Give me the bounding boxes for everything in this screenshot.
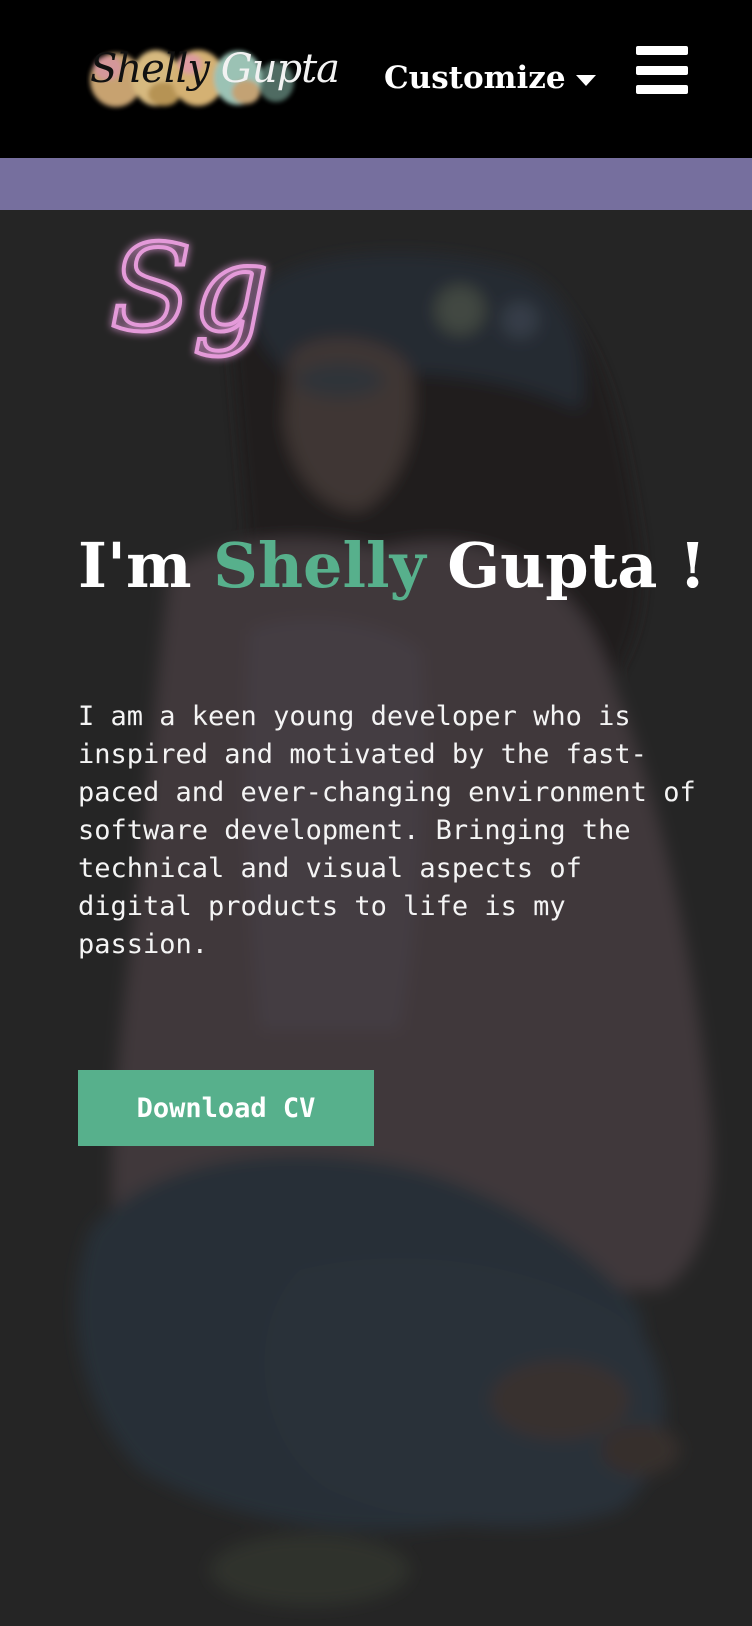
site-header: Shelly Gupta Customize xyxy=(0,0,752,158)
portfolio-page: Shelly Gupta Customize Sg I'm Shelly Gup… xyxy=(0,0,752,1626)
headline-prefix: I'm xyxy=(78,529,214,602)
menu-line xyxy=(636,66,688,75)
headline-highlight: Shelly xyxy=(213,529,426,602)
logo-wordmark: Shelly Gupta xyxy=(90,46,340,92)
neon-letter-s: Sg xyxy=(110,220,269,359)
customize-label: Customize xyxy=(384,60,566,96)
menu-line xyxy=(636,85,688,94)
hero-headline: I'm Shelly Gupta ! xyxy=(78,529,718,602)
download-cv-button[interactable]: Download CV xyxy=(78,1070,374,1146)
logo-first-word: Shelly xyxy=(90,46,210,92)
neon-sign-art: Sg xyxy=(108,218,271,361)
accent-bar xyxy=(0,158,752,210)
hero-bio: I am a keen young developer who is inspi… xyxy=(78,701,696,960)
hero-section: Sg I'm Shelly Gupta ! I am a keen young … xyxy=(0,210,752,1626)
menu-line xyxy=(636,46,688,55)
customize-dropdown[interactable]: Customize xyxy=(384,56,596,100)
headline-suffix: Gupta ! xyxy=(425,529,707,602)
logo-second-word: Gupta xyxy=(220,46,340,92)
hamburger-menu-icon[interactable] xyxy=(636,46,688,94)
site-logo[interactable]: Shelly Gupta xyxy=(86,38,342,116)
caret-down-icon xyxy=(575,74,596,86)
